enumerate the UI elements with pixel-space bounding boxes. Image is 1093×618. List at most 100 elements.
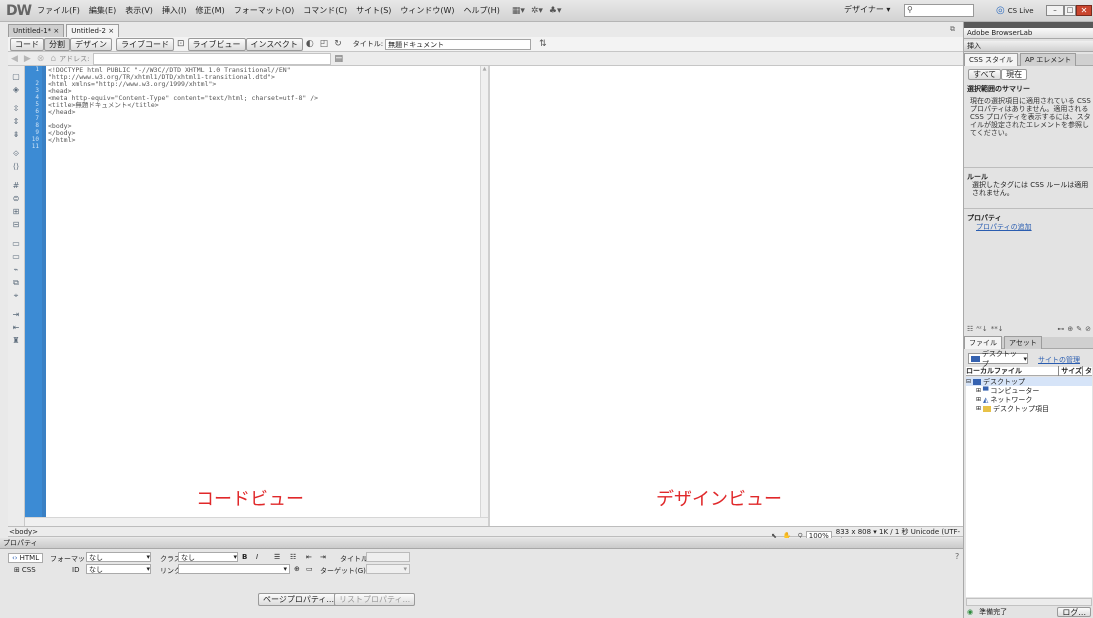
set-properties-icon[interactable]: **↓ xyxy=(991,325,1004,333)
cs-live[interactable]: ◎ CS Live xyxy=(996,5,1034,16)
italic-button[interactable]: I xyxy=(256,553,258,561)
html-mode-button[interactable]: ‹› HTML xyxy=(8,553,44,563)
class-select[interactable]: なし ▾ xyxy=(178,552,238,562)
scroll-up-icon[interactable]: ▲ xyxy=(481,66,488,72)
forward-icon[interactable]: ▶ xyxy=(24,54,31,64)
menu-item[interactable]: 表示(V) xyxy=(125,5,153,16)
css-mode-button[interactable]: ⊞ CSS xyxy=(14,566,36,574)
visual-aids-icon[interactable]: ◰ xyxy=(320,39,329,49)
tab-css-styles[interactable]: CSS スタイル xyxy=(964,53,1018,66)
menu-item[interactable]: ウィンドウ(W) xyxy=(400,5,454,16)
collapse-tag-icon[interactable]: ⇳ xyxy=(8,102,24,115)
close-tab-icon[interactable]: × xyxy=(53,27,59,35)
code-vertical-scrollbar[interactable]: ▲ xyxy=(480,66,488,517)
back-icon[interactable]: ◀ xyxy=(11,54,18,64)
code-horizontal-scrollbar[interactable] xyxy=(25,517,488,526)
gear-icon[interactable]: ✲▾ xyxy=(531,6,543,16)
list-properties-button[interactable]: リストプロパティ... xyxy=(334,593,416,606)
layout-icon[interactable]: ▦▾ xyxy=(512,6,525,16)
split-view-button[interactable]: 分割 xyxy=(44,37,70,51)
code-view-button[interactable]: コード xyxy=(10,37,44,51)
alpha-view-icon[interactable]: ᴬᶻ↓ xyxy=(976,325,987,333)
live-view-button[interactable]: ライブビュー xyxy=(187,37,246,51)
highlight-invalid-icon[interactable]: ⊜ xyxy=(8,192,24,205)
select-parent-tag-icon[interactable]: ⟐ xyxy=(8,147,24,160)
close-tab-icon[interactable]: × xyxy=(108,27,114,35)
link-dropdown-icon[interactable]: ▾ xyxy=(283,565,289,573)
tab-files[interactable]: ファイル xyxy=(964,336,1002,349)
tab-untitled-2[interactable]: Untitled-2 × xyxy=(66,24,120,37)
attach-stylesheet-icon[interactable]: ⊷ xyxy=(1057,325,1064,333)
unordered-list-icon[interactable]: ☰ xyxy=(274,553,280,561)
file-management-icon[interactable]: ⇅ xyxy=(539,39,547,49)
site-location-select[interactable]: デスクトップ ▾ xyxy=(968,350,1028,368)
link-input[interactable]: ▾ xyxy=(178,564,290,574)
menu-item[interactable]: コマンド(C) xyxy=(303,5,347,16)
recent-snippets-icon[interactable]: ⧉ xyxy=(8,276,24,289)
collapse-selection-icon[interactable]: ⇕ xyxy=(8,115,24,128)
apply-comment-icon[interactable]: ▭ xyxy=(8,237,24,250)
category-view-icon[interactable]: ☷ xyxy=(967,325,973,333)
new-rule-icon[interactable]: ⊕ xyxy=(1067,325,1073,333)
syntax-error-icon[interactable]: ⊞ xyxy=(8,205,24,218)
id-select[interactable]: なし ▾ xyxy=(86,564,151,574)
ordered-list-icon[interactable]: ☷ xyxy=(290,553,296,561)
open-documents-icon[interactable]: ▢ xyxy=(8,70,24,83)
workspace-switcher[interactable]: デザイナー ▾ xyxy=(840,4,894,17)
menu-item[interactable]: ヘルプ(H) xyxy=(464,5,500,16)
expand-all-icon[interactable]: ⇟ xyxy=(8,128,24,141)
inspect-button[interactable]: インスペクト xyxy=(245,37,303,51)
browse-folder-icon[interactable]: ▭ xyxy=(306,565,313,573)
delete-rule-icon[interactable]: ⊘ xyxy=(1085,325,1091,333)
tab-untitled-1[interactable]: Untitled-1* × xyxy=(8,24,65,37)
adobe-browserlab-panel[interactable]: Adobe BrowserLab xyxy=(964,28,1093,39)
design-view-button[interactable]: デザイン xyxy=(70,37,112,51)
add-property-link[interactable]: プロパティの追加 xyxy=(976,222,1032,232)
target-select[interactable]: ▾ xyxy=(366,564,410,574)
minimize-button[interactable]: – xyxy=(1046,5,1064,16)
menu-item[interactable]: 修正(M) xyxy=(196,5,225,16)
format-source-icon[interactable]: ♜ xyxy=(8,334,24,347)
menu-item[interactable]: ファイル(F) xyxy=(37,5,80,16)
menu-item[interactable]: フォーマット(O) xyxy=(234,5,295,16)
maximize-button[interactable]: □ xyxy=(1064,5,1076,16)
menu-item[interactable]: 編集(E) xyxy=(89,5,116,16)
restore-icon[interactable]: ⧉ xyxy=(950,25,955,34)
address-input[interactable] xyxy=(93,52,332,65)
outdent-icon[interactable]: ⇤ xyxy=(8,321,24,334)
log-button[interactable]: ログ... xyxy=(1057,607,1091,617)
search-input[interactable]: ⚲ xyxy=(904,4,974,17)
address-options-icon[interactable]: ▤ xyxy=(334,54,343,64)
outdent-button-icon[interactable]: ⇤ xyxy=(306,553,312,561)
show-code-navigator-icon[interactable]: ◈ xyxy=(8,83,24,96)
indent-button-icon[interactable]: ⇥ xyxy=(320,553,326,561)
tree-item-desktop-items[interactable]: ⊞ デスクトップ項目 xyxy=(966,404,1092,413)
point-to-file-icon[interactable]: ⊕ xyxy=(294,565,300,573)
format-select[interactable]: なし ▾ xyxy=(86,552,151,562)
refresh-icon[interactable]: ↻ xyxy=(334,39,342,49)
page-properties-button[interactable]: ページプロパティ... xyxy=(258,593,339,606)
tag-selector[interactable]: <body> xyxy=(9,528,38,536)
home-icon[interactable]: ⌂ xyxy=(50,54,56,64)
code-content[interactable]: <!DOCTYPE html PUBLIC "-//W3C//DTD XHTML… xyxy=(48,67,318,144)
code-view[interactable]: 1 2 3 4 5 6 7 8 9 10 11 <!DOCTYPE html P… xyxy=(25,66,482,517)
title-field-input[interactable] xyxy=(366,552,410,562)
stop-icon[interactable]: ⊗ xyxy=(37,54,45,64)
bold-button[interactable]: B xyxy=(242,553,247,561)
file-tree-scrollbar[interactable] xyxy=(966,598,1092,606)
edit-rule-icon[interactable]: ✎ xyxy=(1076,325,1082,333)
live-code-button[interactable]: ライブコード xyxy=(116,37,174,51)
close-button[interactable]: ✕ xyxy=(1076,5,1092,16)
help-icon[interactable]: ? xyxy=(955,552,959,561)
current-button[interactable]: 現在 xyxy=(1001,69,1028,80)
wrap-tag-icon[interactable]: ⌁ xyxy=(8,263,24,276)
menu-item[interactable]: 挿入(I) xyxy=(162,5,187,16)
indent-icon[interactable]: ⇥ xyxy=(8,308,24,321)
manage-sites-link[interactable]: サイトの管理 xyxy=(1038,355,1080,365)
site-icon[interactable]: ♣▾ xyxy=(549,6,562,16)
title-input[interactable]: 無題ドキュメント xyxy=(385,38,532,50)
insert-panel[interactable]: 挿入 xyxy=(964,41,1093,52)
menu-item[interactable]: サイト(S) xyxy=(356,5,391,16)
design-view[interactable] xyxy=(490,66,963,526)
move-css-icon[interactable]: ⌖ xyxy=(8,289,24,302)
